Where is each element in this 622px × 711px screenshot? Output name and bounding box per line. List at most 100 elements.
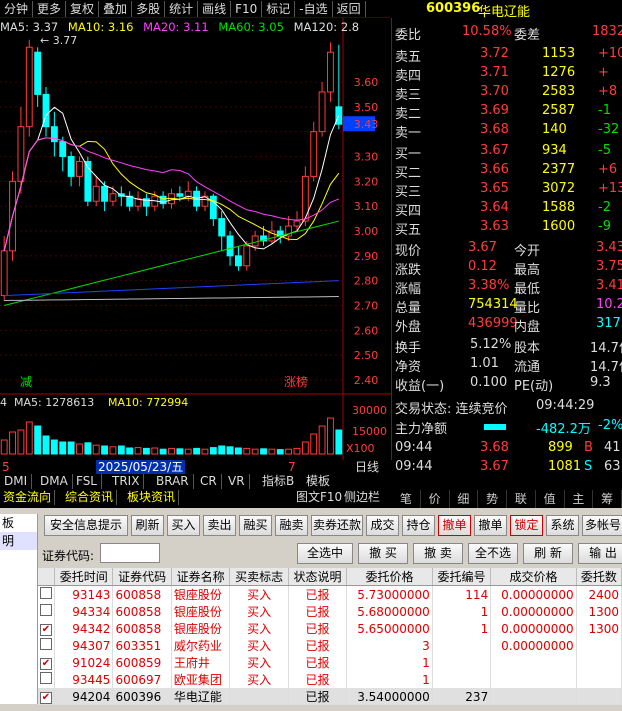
trade-btn-13[interactable]: 多帐号 bbox=[582, 515, 622, 536]
row2-btn-5[interactable]: 输 出 bbox=[578, 543, 622, 564]
trade-btn-10[interactable]: 撤单 bbox=[474, 515, 507, 536]
order-status: 已报 bbox=[288, 585, 348, 603]
trade-left-tab-1[interactable]: 明 bbox=[0, 532, 37, 550]
order-row[interactable]: 93143 600858 银座股份 买入 已报 5.73000000 114 0.000000… bbox=[38, 585, 622, 603]
header-7[interactable]: 成交价格 bbox=[490, 568, 577, 586]
trade-btn-7[interactable]: 成交 bbox=[366, 515, 399, 536]
order-row[interactable]: ✔ 94342 600858 银座股份 买入 已报 5.65000000 1 0.0000000… bbox=[38, 620, 622, 637]
toolbar-item-2[interactable]: 复权 bbox=[66, 0, 100, 17]
info-tab-2[interactable]: 板块资讯 bbox=[124, 490, 180, 505]
ask-label: 卖五 bbox=[395, 50, 422, 65]
order-deal-price bbox=[490, 688, 577, 705]
indicator-b-tab[interactable]: 指标B bbox=[262, 474, 294, 489]
trade-btn-3[interactable]: 卖出 bbox=[203, 515, 236, 536]
toolbar-item-6[interactable]: 画线 bbox=[198, 0, 232, 17]
row-checkbox[interactable] bbox=[40, 604, 52, 616]
header-1[interactable]: 证券代码 bbox=[112, 568, 172, 586]
candle-body bbox=[184, 190, 192, 197]
row-checkbox[interactable] bbox=[40, 638, 52, 650]
toolbar-item-5[interactable]: 统计 bbox=[165, 0, 199, 17]
row-checkbox[interactable]: ✔ bbox=[40, 658, 52, 670]
quote-tab-1[interactable]: 价 bbox=[421, 490, 450, 508]
quote-tab-7[interactable]: 筹 bbox=[593, 490, 622, 508]
trade-btn-6[interactable]: 卖券还款 bbox=[311, 515, 363, 536]
quote-tab-4[interactable]: 联 bbox=[507, 490, 536, 508]
trade-left-tab-0[interactable]: 板 bbox=[0, 514, 37, 532]
toolbar-item-8[interactable]: 标记 bbox=[262, 0, 296, 17]
sidebar-tab[interactable]: 侧边栏 bbox=[344, 490, 380, 505]
row-check-cell[interactable]: ✔ bbox=[38, 654, 55, 671]
quote-tab-5[interactable]: 值 bbox=[536, 490, 565, 508]
order-row[interactable]: 94334 600858 银座股份 买入 已报 5.68000000 1 0.00000000… bbox=[38, 603, 622, 620]
header-8[interactable]: 委托数 bbox=[576, 568, 622, 586]
toolbar-item-3[interactable]: 叠加 bbox=[99, 0, 133, 17]
jian-label: 减 bbox=[20, 375, 32, 389]
quote-label: 外盘 bbox=[395, 320, 422, 335]
trade-btn-2[interactable]: 买入 bbox=[167, 515, 200, 536]
row2-btn-3[interactable]: 全不选 bbox=[468, 543, 518, 564]
trade-btn-0[interactable]: 安全信息提示 bbox=[44, 515, 128, 536]
indicator-tab-dmi[interactable]: DMI bbox=[0, 474, 33, 489]
quote-tab-3[interactable]: 势 bbox=[478, 490, 507, 508]
toolbar-item-9[interactable]: -自选 bbox=[295, 0, 333, 17]
row-check-cell[interactable] bbox=[38, 637, 55, 654]
trade-btn-8[interactable]: 持仓 bbox=[402, 515, 435, 536]
toolbar-item-10[interactable]: 返回 bbox=[333, 0, 366, 17]
period-label[interactable]: 日线 bbox=[355, 460, 379, 475]
f10-tab[interactable]: 图文F10 bbox=[296, 490, 342, 505]
trade-btn-1[interactable]: 刷新 bbox=[131, 515, 164, 536]
indicator-tab-fsl[interactable]: FSL bbox=[72, 474, 102, 489]
row-checkbox[interactable] bbox=[40, 672, 52, 684]
volume-bar bbox=[193, 447, 201, 455]
trade-btn-12[interactable]: 系统 bbox=[546, 515, 579, 536]
trade-btn-9[interactable]: 撤单 bbox=[438, 515, 471, 536]
row2-btn-4[interactable]: 刷 新 bbox=[523, 543, 573, 564]
tick-volume: 899 bbox=[548, 440, 573, 455]
header-5[interactable]: 委托价格 bbox=[346, 568, 433, 586]
order-row[interactable]: ✔ 94204 600396 华电辽能 已报 3.54000000 237 bbox=[38, 688, 622, 705]
header-0[interactable]: 委托时间 bbox=[54, 568, 114, 586]
code-input[interactable] bbox=[100, 543, 160, 563]
indicator-tab-trix[interactable]: TRIX bbox=[108, 474, 145, 489]
header-6[interactable]: 委托编号 bbox=[432, 568, 492, 586]
toolbar-item-4[interactable]: 多股 bbox=[132, 0, 166, 17]
row-check-cell[interactable] bbox=[38, 671, 55, 688]
header-3[interactable]: 买卖标志 bbox=[229, 568, 289, 586]
quote-tab-2[interactable]: 细 bbox=[450, 490, 479, 508]
trade-btn-11[interactable]: 锁定 bbox=[510, 515, 543, 536]
order-row[interactable]: 94307 603351 威尔药业 买入 已报 3 0.00000000 bbox=[38, 637, 622, 654]
volume-bar bbox=[176, 448, 184, 455]
indicator-tab-brar[interactable]: BRAR bbox=[152, 474, 194, 489]
kline-chart[interactable]: 3.60 3.50 3.43 3.30 3.20 3.10 3.00 2.90 2.80 2.70… bbox=[0, 18, 392, 460]
toolbar-item-0[interactable]: 分钟 bbox=[0, 0, 34, 17]
row2-btn-1[interactable]: 撤 买 bbox=[358, 543, 408, 564]
info-tab-0[interactable]: 资金流向 bbox=[0, 490, 56, 505]
row-check-cell[interactable] bbox=[38, 585, 55, 603]
indicator-tab-dma[interactable]: DMA bbox=[36, 474, 73, 489]
order-row[interactable]: 93445 600697 欧亚集团 买入 已报 1 bbox=[38, 671, 622, 688]
ask-row-4: 卖四 3.71 1276 + bbox=[392, 65, 622, 84]
row2-btn-2[interactable]: 撤 卖 bbox=[413, 543, 463, 564]
header-4[interactable]: 状态说明 bbox=[288, 568, 348, 586]
quote-tab-0[interactable]: 笔 bbox=[392, 490, 421, 508]
row2-btn-0[interactable]: 全选中 bbox=[297, 543, 353, 564]
indicator-tab-cr[interactable]: CR bbox=[196, 474, 222, 489]
trade-btn-5[interactable]: 融卖 bbox=[275, 515, 308, 536]
indicator-tab-vr[interactable]: VR bbox=[224, 474, 250, 489]
row-checkbox[interactable]: ✔ bbox=[40, 624, 52, 636]
row-checkbox[interactable] bbox=[40, 587, 52, 599]
toolbar-item-1[interactable]: 更多 bbox=[33, 0, 67, 17]
info-tab-1[interactable]: 综合资讯 bbox=[62, 490, 118, 505]
order-row[interactable]: ✔ 91024 600859 王府井 买入 已报 1 bbox=[38, 654, 622, 671]
order-number: 1 bbox=[432, 603, 492, 620]
quote-tab-6[interactable]: 主 bbox=[565, 490, 594, 508]
header-2[interactable]: 证券名称 bbox=[171, 568, 231, 586]
row-check-cell[interactable]: ✔ bbox=[38, 620, 55, 637]
row-check-cell[interactable]: ✔ bbox=[38, 688, 55, 705]
row-check-cell[interactable] bbox=[38, 603, 55, 620]
template-tab[interactable]: 模板 bbox=[306, 474, 330, 489]
trade-btn-4[interactable]: 融买 bbox=[239, 515, 272, 536]
volume-bar bbox=[293, 447, 301, 455]
row-checkbox[interactable]: ✔ bbox=[40, 692, 52, 704]
toolbar-item-7[interactable]: F10 bbox=[231, 0, 263, 17]
